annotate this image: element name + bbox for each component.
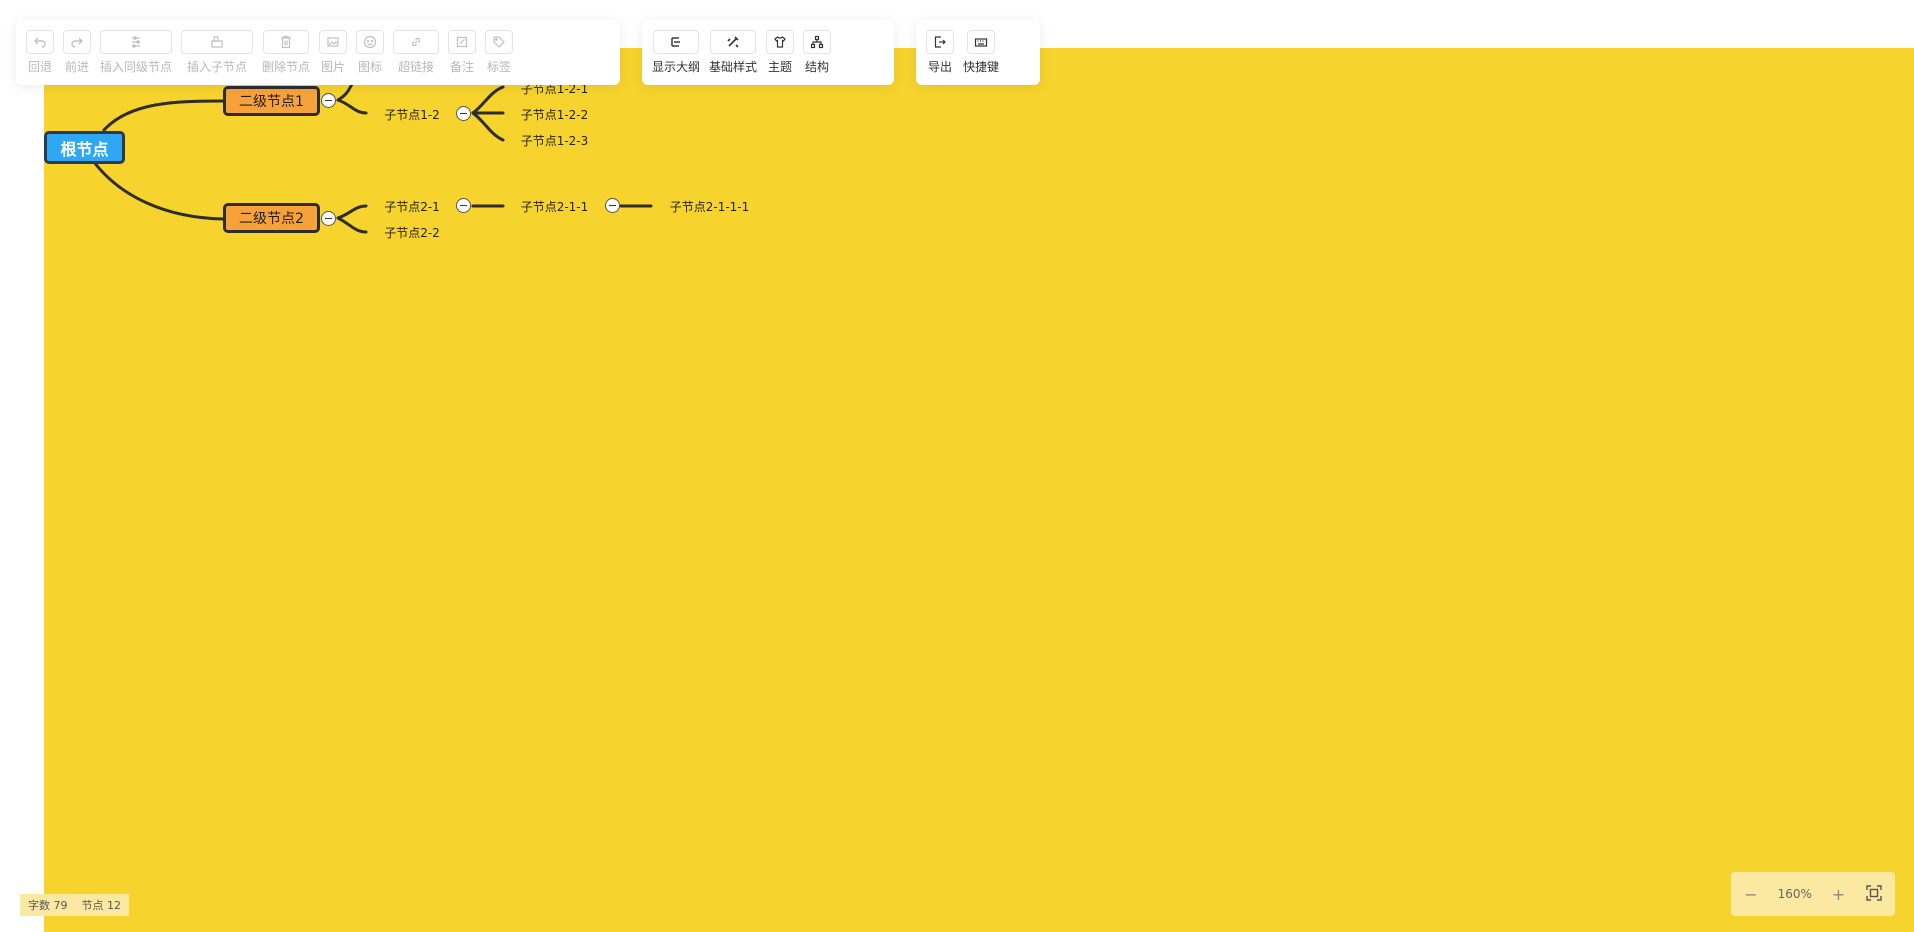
redo-label: 前进: [64, 60, 89, 74]
collapse-button-level2-1[interactable]: [321, 93, 336, 108]
zoom-out-button[interactable]: −: [1743, 885, 1759, 904]
toolbar-view-group: 显示大纲 基础样式 主题 结构: [642, 20, 894, 85]
mindmap-lines: [92, 82, 653, 234]
collapse-button-node-2-1[interactable]: [456, 198, 471, 213]
image-icon: [319, 30, 348, 54]
note-icon: [448, 30, 477, 54]
theme-icon: [766, 30, 795, 54]
edge-l2-1-n1-2: [336, 98, 368, 115]
redo-icon: [63, 30, 91, 54]
insert-sibling-button[interactable]: 插入同级节点: [100, 30, 172, 75]
shortcut-keys-button[interactable]: 快捷键: [963, 30, 999, 75]
redo-button[interactable]: 前进: [63, 30, 91, 75]
collapse-button-level2-2[interactable]: [321, 211, 336, 226]
edge-n1-2-1: [471, 85, 505, 115]
delete-node-label: 删除节点: [262, 60, 311, 74]
undo-button[interactable]: 回退: [26, 30, 54, 75]
fit-screen-button[interactable]: [1865, 884, 1883, 905]
insert-sibling-label: 插入同级节点: [100, 60, 173, 74]
edge-l2-2-n2-2: [336, 216, 368, 234]
base-style-button[interactable]: 基础样式: [709, 30, 757, 75]
note-button[interactable]: 备注: [448, 30, 477, 75]
level2-node-1[interactable]: 二级节点1: [223, 86, 320, 116]
undo-label: 回退: [27, 60, 52, 74]
base-style-label: 基础样式: [709, 60, 758, 74]
delete-icon: [263, 30, 310, 54]
show-outline-button[interactable]: 显示大纲: [652, 30, 700, 75]
insert-sibling-icon: [100, 30, 172, 54]
style-icon: [710, 30, 757, 54]
word-count-label: 字数: [28, 899, 50, 912]
outline-icon: [653, 30, 699, 54]
icon-button[interactable]: 图标: [356, 30, 385, 75]
insert-child-button[interactable]: 插入子节点: [181, 30, 254, 75]
edge-l2-1-up: [336, 82, 354, 102]
insert-child-label: 插入子节点: [187, 60, 248, 74]
tag-button[interactable]: 标签: [485, 30, 514, 75]
toolbar-edit-group: 回退 前进 插入同级节点 插入子节点 删除节点 图片 图标 超链接 备注 标签: [16, 20, 620, 85]
zoom-control: − 160% +: [1731, 872, 1895, 916]
edge-l2-2-n2-1: [336, 204, 368, 220]
zoom-in-button[interactable]: +: [1830, 885, 1846, 904]
node-2-2[interactable]: 子节点2-2: [376, 223, 448, 241]
fullscreen-icon: [1866, 884, 1882, 901]
theme-label: 主题: [768, 60, 793, 74]
theme-button[interactable]: 主题: [766, 30, 795, 75]
level2-node-2[interactable]: 二级节点2: [223, 203, 320, 233]
emoji-icon: [356, 30, 385, 54]
edge-root-level2-1: [102, 99, 226, 132]
hyperlink-button[interactable]: 超链接: [393, 30, 440, 75]
export-icon: [926, 30, 954, 54]
edge-n1-2-3: [471, 111, 505, 142]
node-2-1-1[interactable]: 子节点2-1-1: [512, 197, 597, 215]
hyperlink-label: 超链接: [398, 60, 435, 74]
structure-label: 结构: [805, 60, 830, 74]
link-icon: [393, 30, 440, 54]
structure-button[interactable]: 结构: [803, 30, 832, 75]
node-2-1[interactable]: 子节点2-1: [376, 197, 448, 215]
tag-icon: [485, 30, 514, 54]
node-1-2-2[interactable]: 子节点1-2-2: [512, 105, 597, 123]
collapse-button-node-2-1-1[interactable]: [605, 198, 620, 213]
delete-node-button[interactable]: 删除节点: [262, 30, 310, 75]
icon-label: 图标: [358, 60, 383, 74]
node-1-2[interactable]: 子节点1-2: [376, 105, 448, 123]
toolbar-io-group: 导出 快捷键: [916, 20, 1040, 85]
note-label: 备注: [450, 60, 475, 74]
structure-icon: [803, 30, 832, 54]
image-label: 图片: [321, 60, 346, 74]
node-2-1-1-1[interactable]: 子节点2-1-1-1: [662, 197, 757, 215]
shortcut-keys-label: 快捷键: [963, 60, 1000, 74]
node-1-2-3[interactable]: 子节点1-2-3: [512, 131, 597, 149]
insert-child-icon: [181, 30, 254, 54]
node-count: 节点 12: [82, 897, 122, 913]
collapse-button-node-1-2[interactable]: [456, 106, 471, 121]
tag-label: 标签: [487, 60, 512, 74]
undo-icon: [26, 30, 54, 54]
node-count-value: 12: [107, 899, 121, 912]
word-count-value: 79: [53, 899, 68, 912]
zoom-level: 160%: [1777, 887, 1812, 901]
export-label: 导出: [927, 60, 952, 74]
keyboard-icon: [967, 30, 995, 54]
status-bar: 字数 79 节点 12: [20, 894, 129, 916]
image-button[interactable]: 图片: [319, 30, 348, 75]
root-node[interactable]: 根节点: [44, 131, 125, 164]
app-root: 根节点 二级节点1 二级节点2 子节点1-2 子节点1-2-1 子节点1-2-2…: [0, 0, 1914, 932]
edge-root-level2-2: [92, 160, 226, 221]
node-count-label: 节点: [81, 899, 104, 912]
export-button[interactable]: 导出: [926, 30, 954, 75]
word-count: 字数 79: [28, 897, 68, 913]
show-outline-label: 显示大纲: [652, 60, 701, 74]
